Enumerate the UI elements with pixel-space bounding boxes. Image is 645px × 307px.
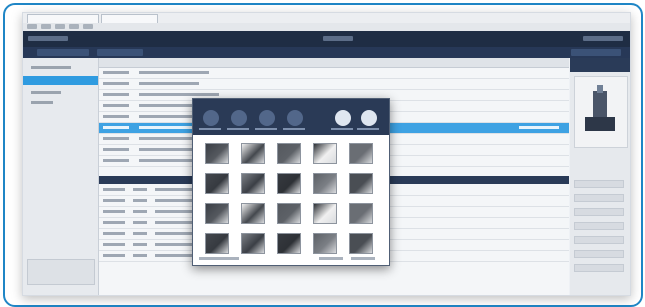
import-icon[interactable] (335, 110, 351, 126)
property-field[interactable] (574, 194, 624, 202)
preview-image (574, 76, 628, 148)
photo-thumbnail[interactable] (205, 233, 229, 254)
button-label (331, 128, 353, 130)
app-header (23, 31, 630, 47)
menu-item[interactable] (55, 24, 65, 29)
menu-item[interactable] (83, 24, 93, 29)
sidebar-item-selected[interactable] (23, 76, 98, 85)
photo-thumbnail[interactable] (241, 173, 265, 194)
photo-thumbnail[interactable] (277, 203, 301, 224)
photo-thumbnail[interactable] (313, 203, 337, 224)
photo-thumbnail[interactable] (277, 233, 301, 254)
button-label (283, 128, 305, 130)
preview-header (570, 58, 630, 72)
menu-item[interactable] (69, 24, 79, 29)
delete-icon[interactable] (287, 110, 303, 126)
photo-thumbnail[interactable] (349, 233, 373, 254)
app-window (22, 12, 631, 296)
app-logo (28, 36, 68, 41)
sidebar-footer (27, 259, 95, 285)
photo-thumbnail[interactable] (349, 173, 373, 194)
table-header (99, 58, 569, 68)
button-label (227, 128, 249, 130)
photo-thumbnail[interactable] (349, 203, 373, 224)
tab-module-3[interactable] (571, 49, 621, 56)
property-field[interactable] (574, 250, 624, 258)
property-field[interactable] (574, 222, 624, 230)
machine-icon (585, 85, 615, 131)
photo-thumbnail[interactable] (313, 143, 337, 164)
menu-item[interactable] (27, 24, 37, 29)
sidebar-item[interactable] (31, 101, 53, 104)
property-field[interactable] (574, 208, 624, 216)
tab-module-1[interactable] (37, 49, 89, 56)
photo-thumbnail[interactable] (205, 203, 229, 224)
photo-thumbnail[interactable] (313, 173, 337, 194)
button-label (199, 128, 221, 130)
user-menu[interactable] (583, 36, 623, 41)
menu-bar (23, 23, 630, 31)
button-label (357, 128, 379, 130)
app-title (323, 36, 353, 41)
table-row[interactable] (99, 68, 569, 79)
photo-thumbnail[interactable] (205, 173, 229, 194)
photo-thumbnail[interactable] (349, 143, 373, 164)
sidebar-item[interactable] (31, 66, 71, 69)
dialog-header (193, 99, 389, 135)
dialog-footer (199, 257, 383, 261)
crop-icon[interactable] (259, 110, 275, 126)
photo-thumbnail[interactable] (241, 233, 265, 254)
sidebar-item[interactable] (31, 91, 61, 94)
export-icon[interactable] (361, 110, 377, 126)
photo-thumbnail[interactable] (277, 143, 301, 164)
photo-thumbnail[interactable] (277, 173, 301, 194)
tab-module-2[interactable] (97, 49, 143, 56)
menu-item[interactable] (41, 24, 51, 29)
thumbnail-grid (201, 141, 381, 257)
rotate-icon[interactable] (231, 110, 247, 126)
preview-panel (570, 58, 630, 295)
property-field[interactable] (574, 236, 624, 244)
table-row[interactable] (99, 79, 569, 90)
property-field[interactable] (574, 180, 624, 188)
image-picker-dialog (192, 98, 390, 266)
photo-thumbnail[interactable] (241, 203, 265, 224)
photo-thumbnail[interactable] (313, 233, 337, 254)
photo-thumbnail[interactable] (205, 143, 229, 164)
scan-icon[interactable] (203, 110, 219, 126)
property-field[interactable] (574, 264, 624, 272)
sidebar (23, 58, 99, 295)
button-label (255, 128, 277, 130)
photo-thumbnail[interactable] (241, 143, 265, 164)
module-tabs (23, 47, 630, 58)
